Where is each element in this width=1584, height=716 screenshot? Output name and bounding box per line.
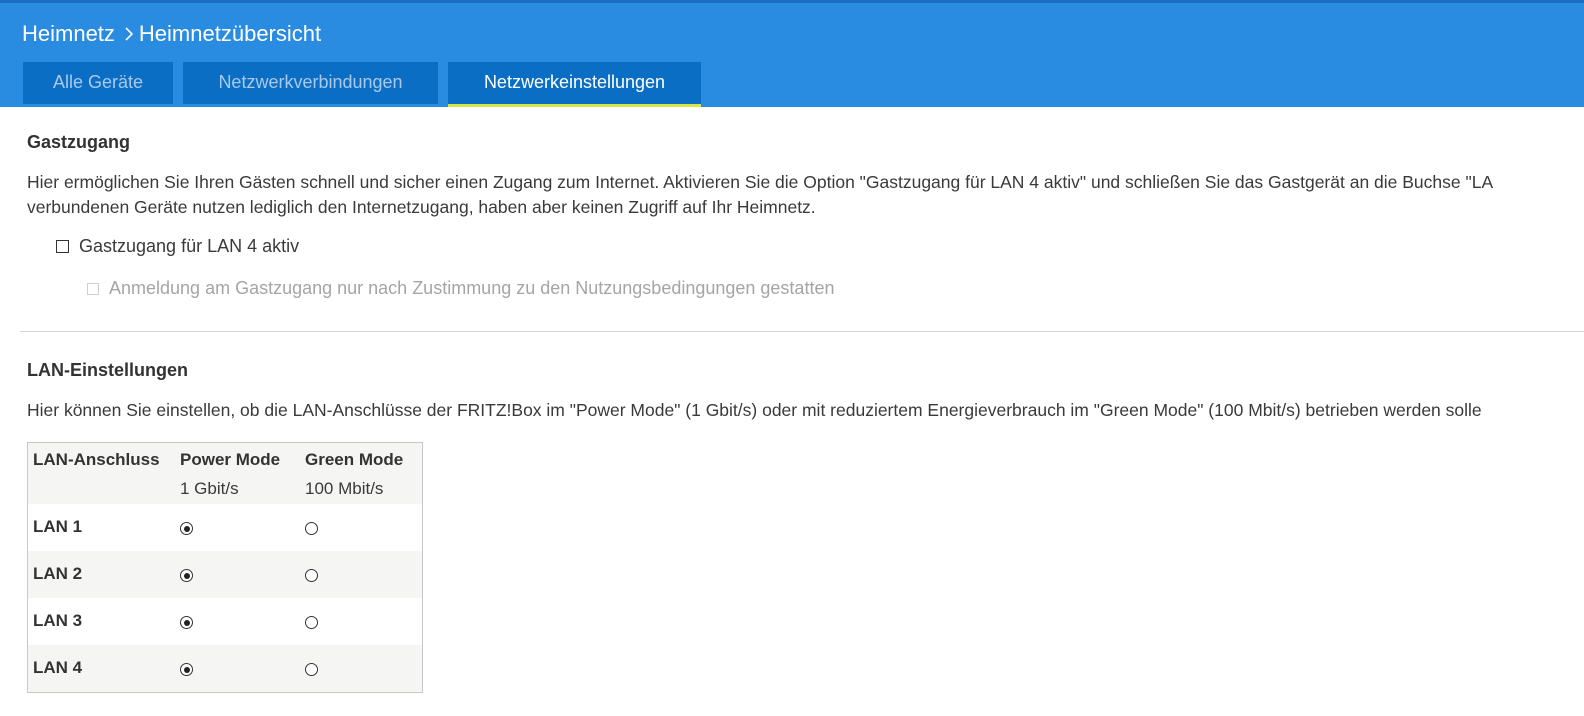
table-row: LAN 3 xyxy=(28,598,422,645)
column-header-power-mode: Power Mode xyxy=(180,450,281,469)
breadcrumb: Heimnetz Heimnetzübersicht xyxy=(22,21,321,47)
power-mode-radio[interactable] xyxy=(180,522,193,535)
green-mode-radio[interactable] xyxy=(305,663,318,676)
guest-description-line-1: Hier ermöglichen Sie Ihren Gästen schnel… xyxy=(27,172,1494,192)
column-header-lan-port: LAN-Anschluss xyxy=(33,450,160,469)
column-header-green-mode: Green Mode xyxy=(305,450,404,469)
power-mode-radio[interactable] xyxy=(180,663,193,676)
tab-netzwerkeinstellungen[interactable]: Netzwerkeinstellungen xyxy=(448,62,701,107)
guest-terms-option: Anmeldung am Gastzugang nur nach Zustimm… xyxy=(87,278,834,299)
lan-port-label: LAN 4 xyxy=(33,658,83,677)
breadcrumb-parent-link[interactable]: Heimnetz xyxy=(22,21,115,47)
guest-section-title: Gastzugang xyxy=(27,132,131,152)
power-mode-radio[interactable] xyxy=(180,616,193,629)
table-row: LAN 1 xyxy=(28,504,422,551)
guest-access-option[interactable]: Gastzugang für LAN 4 aktiv xyxy=(56,236,299,257)
section-divider xyxy=(20,331,1584,332)
lan-settings-table: LAN-Anschluss Power Mode 1 Gbit/s Green … xyxy=(27,442,423,693)
page-header: Heimnetz Heimnetzübersicht Alle Geräte N… xyxy=(0,0,1584,107)
chevron-right-icon xyxy=(125,27,134,41)
guest-access-label: Gastzugang für LAN 4 aktiv xyxy=(79,236,300,256)
green-mode-radio[interactable] xyxy=(305,616,318,629)
lan-port-label: LAN 1 xyxy=(33,517,83,536)
column-subheader-power-mode: 1 Gbit/s xyxy=(180,479,239,498)
guest-access-checkbox[interactable] xyxy=(56,240,69,253)
power-mode-radio[interactable] xyxy=(180,569,193,582)
lan-description: Hier können Sie einstellen, ob die LAN-A… xyxy=(27,400,1482,420)
green-mode-radio[interactable] xyxy=(305,569,318,582)
table-row: LAN 4 xyxy=(28,645,422,692)
tab-alle-geraete[interactable]: Alle Geräte xyxy=(23,62,173,104)
lan-section-title: LAN-Einstellungen xyxy=(27,360,188,380)
guest-terms-label: Anmeldung am Gastzugang nur nach Zustimm… xyxy=(109,278,835,298)
green-mode-radio[interactable] xyxy=(305,522,318,535)
lan-port-label: LAN 3 xyxy=(33,611,83,630)
table-row: LAN 2 xyxy=(28,551,422,598)
guest-terms-checkbox xyxy=(87,282,99,295)
column-subheader-green-mode: 100 Mbit/s xyxy=(305,479,384,498)
breadcrumb-current: Heimnetzübersicht xyxy=(138,21,322,46)
tab-netzwerkverbindungen[interactable]: Netzwerkverbindungen xyxy=(183,62,438,104)
lan-port-label: LAN 2 xyxy=(33,564,83,583)
guest-description-line-2: verbundenen Geräte nutzen lediglich den … xyxy=(27,197,816,217)
